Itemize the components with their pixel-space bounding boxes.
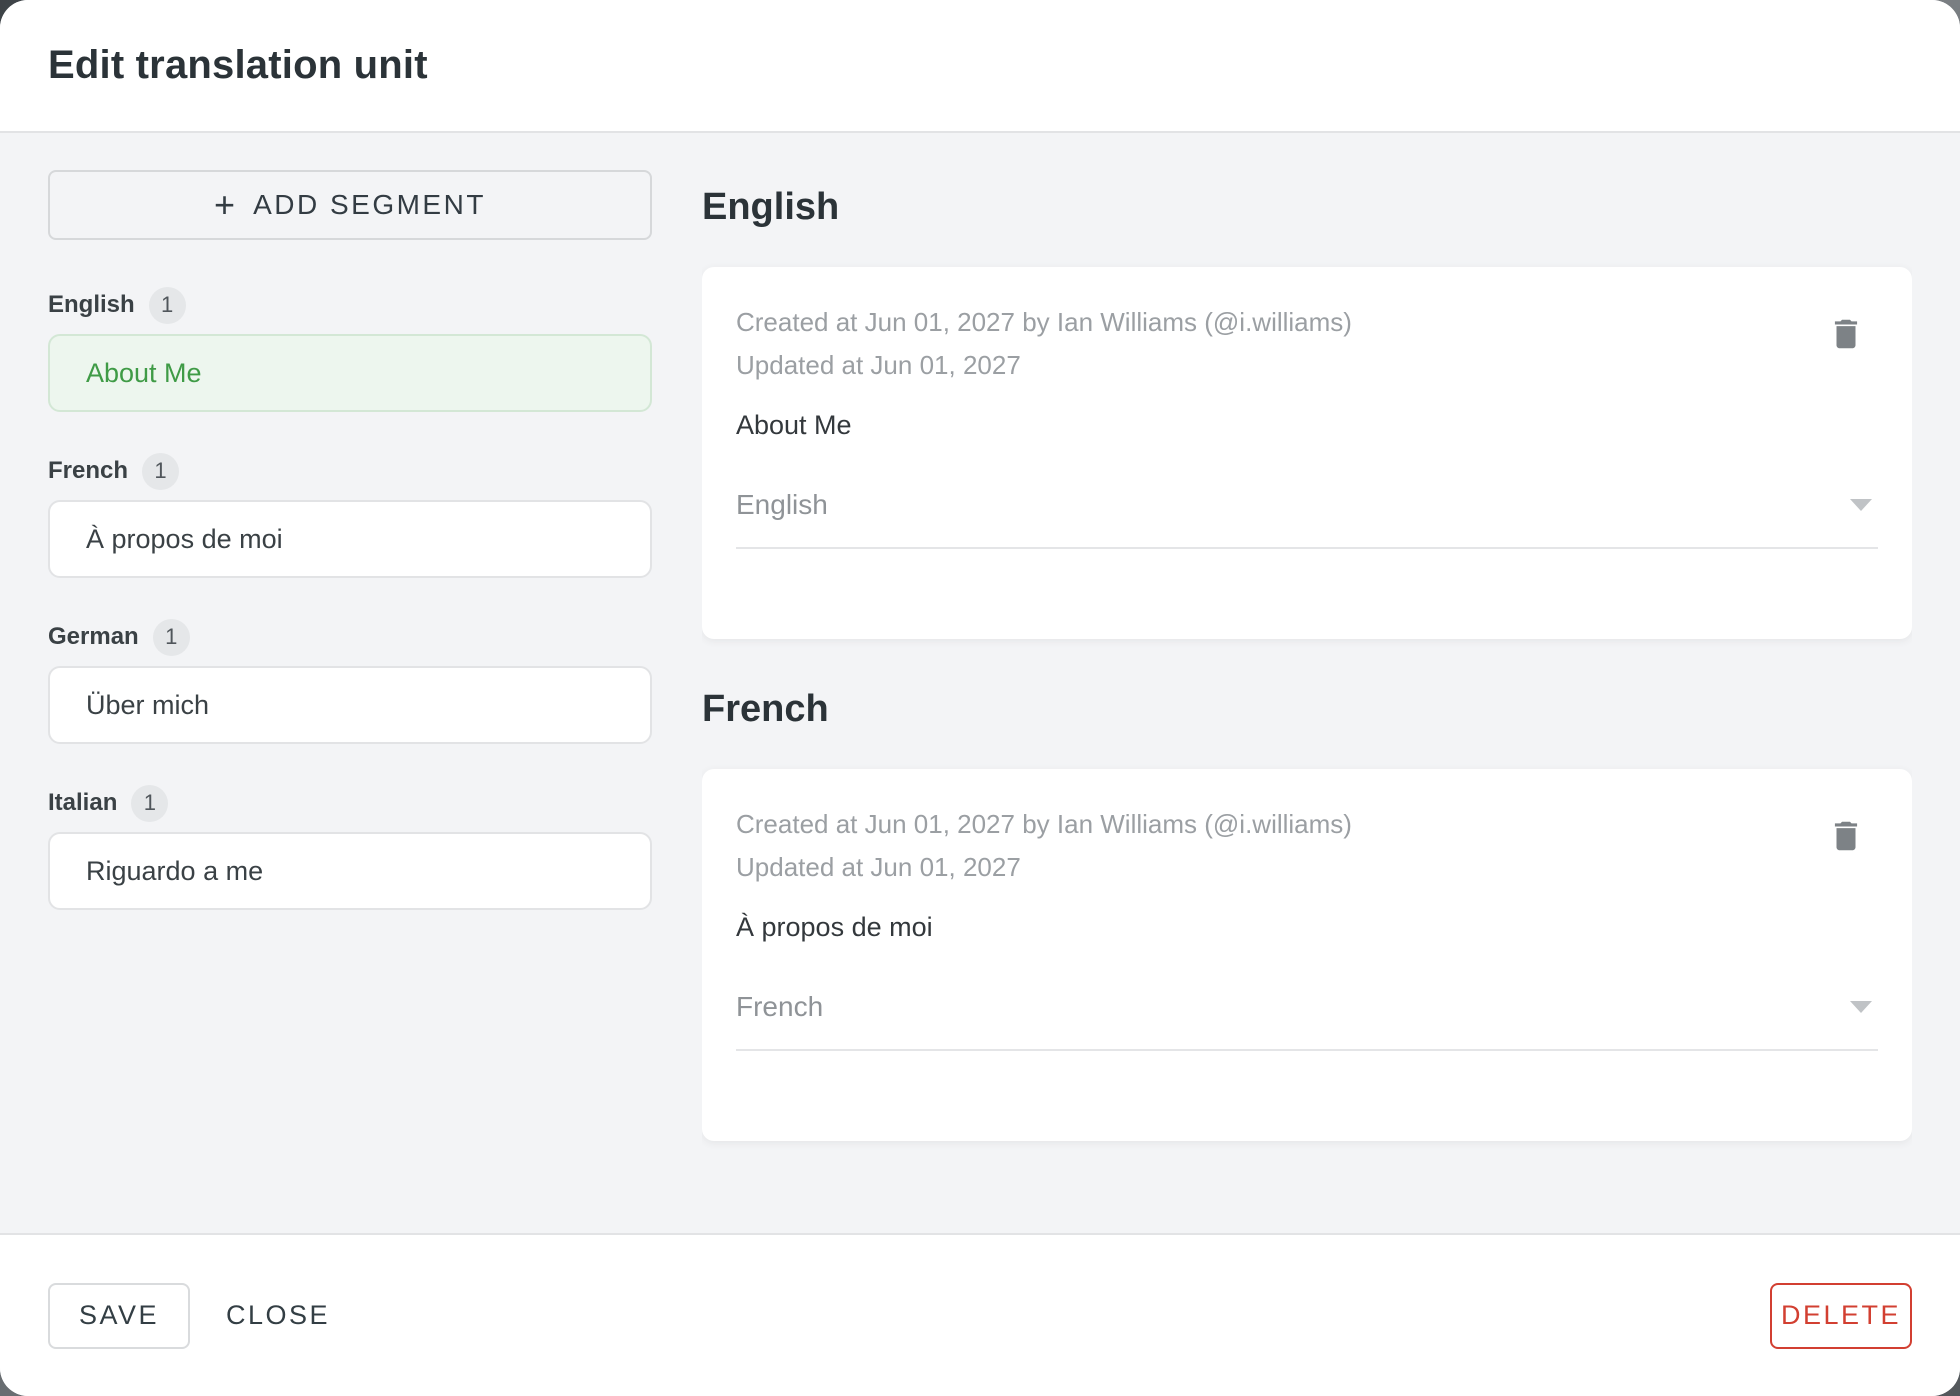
- trash-icon: [1827, 315, 1865, 356]
- section-heading-english: English: [702, 186, 840, 228]
- language-label: English: [48, 291, 135, 318]
- delete-segment-button[interactable]: [1822, 813, 1870, 861]
- segment-text: About Me: [736, 410, 852, 440]
- language-select[interactable]: French: [736, 991, 1878, 1051]
- created-meta: Created at Jun 01, 2027 by Ian Williams …: [736, 809, 1352, 839]
- language-group-header-english: English 1: [48, 286, 652, 324]
- segment-sidebar: + ADD SEGMENT English 1 About Me French …: [48, 133, 652, 1233]
- language-group-header-italian: Italian 1: [48, 784, 652, 822]
- language-label: French: [48, 457, 129, 484]
- delete-segment-button[interactable]: [1822, 311, 1870, 359]
- dialog-header: Edit translation unit: [0, 0, 1960, 133]
- language-group-header-french: French 1: [48, 452, 652, 490]
- language-label: German: [48, 623, 139, 650]
- plus-icon: +: [214, 184, 236, 225]
- section-heading-french: French: [702, 688, 829, 730]
- segment-text: À propos de moi: [736, 912, 933, 942]
- translation-card-english: Created at Jun 01, 2027 by Ian Williams …: [702, 267, 1912, 639]
- segment-item-text: About Me: [86, 357, 202, 388]
- created-meta: Created at Jun 01, 2027 by Ian Williams …: [736, 307, 1352, 337]
- segment-item-text: Über mich: [86, 689, 210, 720]
- save-button[interactable]: SAVE: [48, 1282, 190, 1349]
- segment-item-italian[interactable]: Riguardo a me: [48, 832, 652, 910]
- segment-count-badge: 1: [152, 618, 190, 656]
- dialog-title: Edit translation unit: [48, 43, 428, 87]
- edit-translation-unit-dialog: Edit translation unit + ADD SEGMENT Engl…: [0, 0, 1960, 1396]
- language-select[interactable]: English: [736, 489, 1878, 549]
- updated-meta: Updated at Jun 01, 2027: [736, 350, 1021, 380]
- language-label: Italian: [48, 789, 118, 816]
- segment-item-german[interactable]: Über mich: [48, 666, 652, 744]
- segment-count-badge: 1: [148, 286, 186, 324]
- translation-card-french: Created at Jun 01, 2027 by Ian Williams …: [702, 769, 1912, 1141]
- segment-item-french[interactable]: À propos de moi: [48, 500, 652, 578]
- chevron-down-icon: [1850, 1001, 1872, 1013]
- translation-main-panel: English Created at Jun 01, 2027 by Ian W…: [702, 133, 1912, 1233]
- add-segment-label: ADD SEGMENT: [253, 189, 486, 220]
- segment-count-badge: 1: [131, 784, 169, 822]
- dialog-footer: SAVE CLOSE DELETE: [0, 1233, 1960, 1396]
- add-segment-button[interactable]: + ADD SEGMENT: [48, 170, 652, 240]
- language-select-value: French: [736, 991, 824, 1022]
- language-group-header-german: German 1: [48, 618, 652, 656]
- updated-meta: Updated at Jun 01, 2027: [736, 852, 1021, 882]
- close-button[interactable]: CLOSE: [196, 1283, 360, 1349]
- trash-icon: [1827, 817, 1865, 858]
- segment-item-text: À propos de moi: [86, 523, 283, 554]
- segment-item-english[interactable]: About Me: [48, 334, 652, 412]
- chevron-down-icon: [1850, 499, 1872, 511]
- segment-count-badge: 1: [142, 452, 180, 490]
- language-select-value: English: [736, 489, 828, 520]
- delete-button[interactable]: DELETE: [1770, 1282, 1912, 1349]
- segment-item-text: Riguardo a me: [86, 855, 264, 886]
- dialog-body: + ADD SEGMENT English 1 About Me French …: [0, 133, 1960, 1233]
